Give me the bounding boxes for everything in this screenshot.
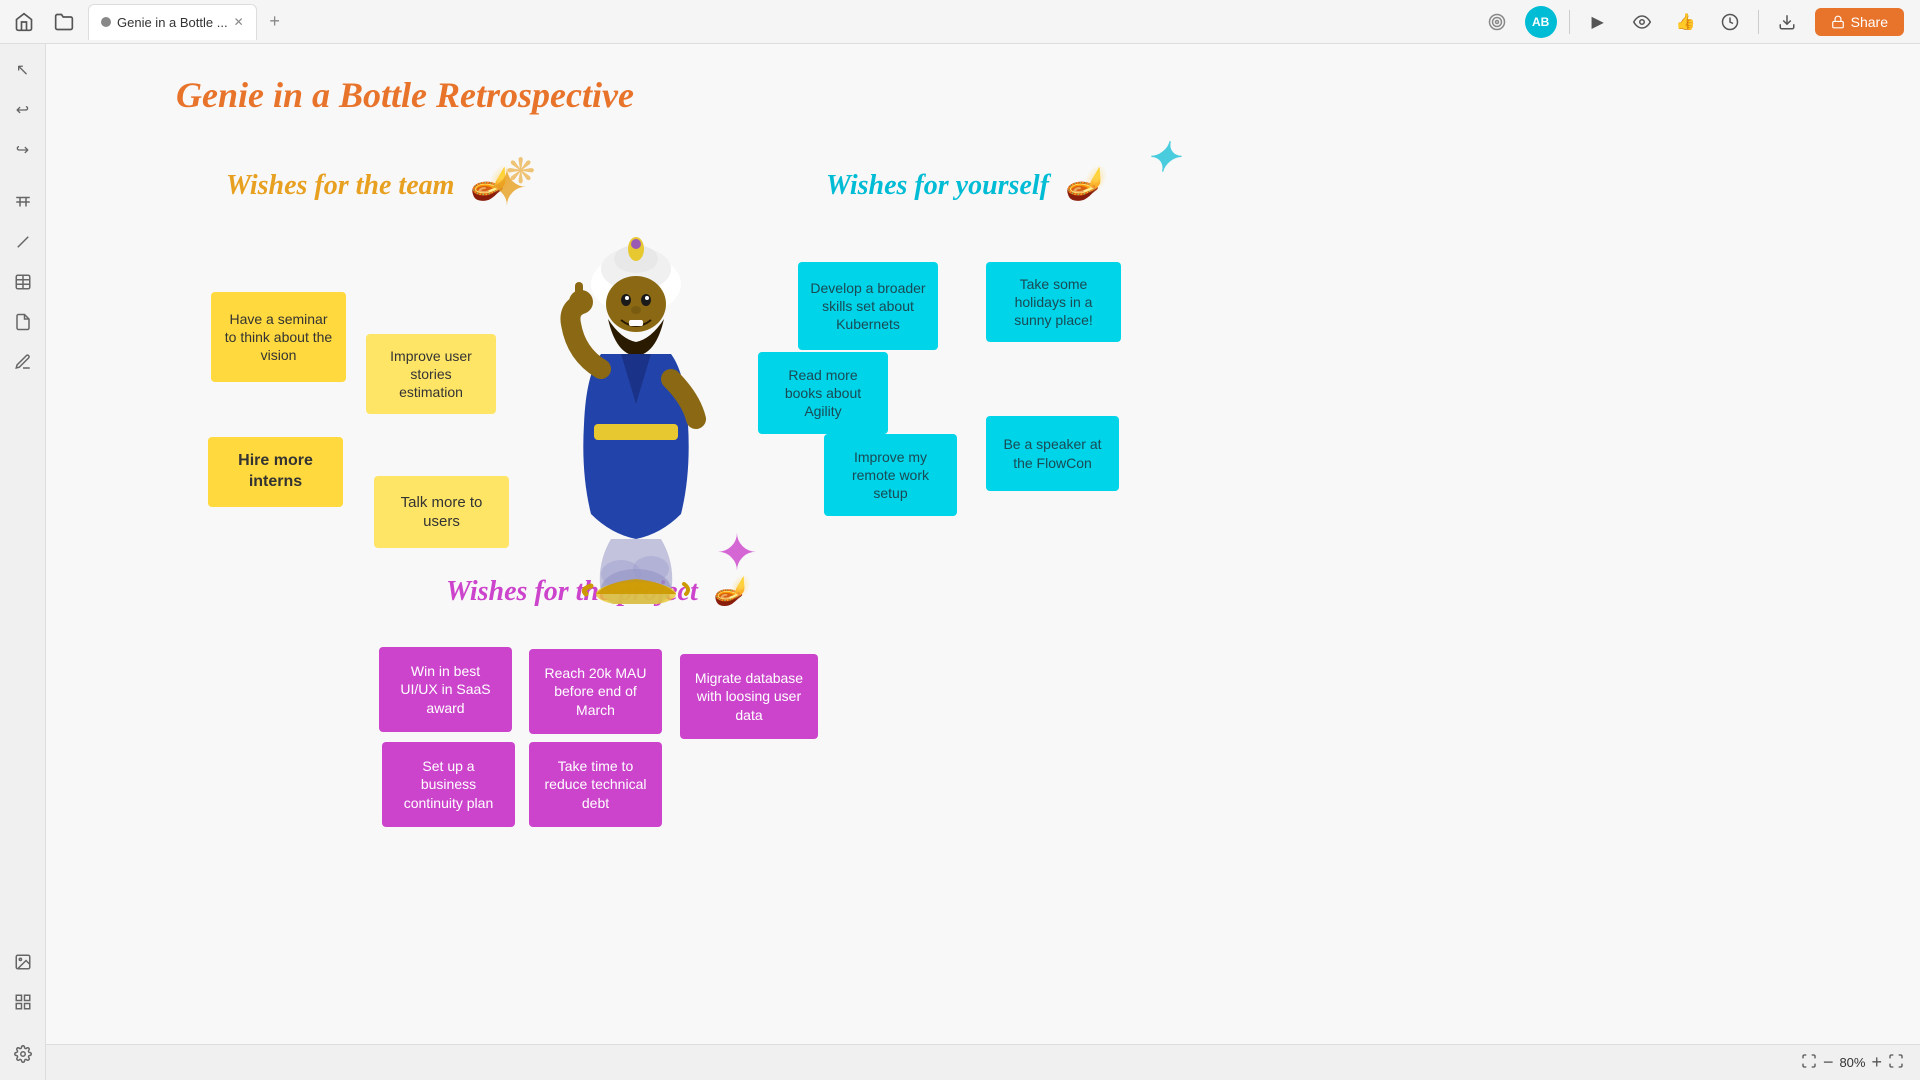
yourself-note-3-text: Read more books about Agility: [770, 366, 876, 421]
team-note-2[interactable]: Improve user stories estimation: [366, 334, 496, 414]
project-note-5-text: Take time to reduce technical debt: [541, 757, 650, 812]
text-icon[interactable]: [5, 184, 41, 220]
project-note-4[interactable]: Set up a business continuity plan: [382, 742, 515, 827]
yourself-note-1[interactable]: Develop a broader skills set about Kuber…: [798, 262, 938, 350]
image-icon[interactable]: [5, 944, 41, 980]
lamp-yourself-icon: 🪔: [1064, 164, 1104, 202]
team-note-2-text: Improve user stories estimation: [378, 347, 484, 402]
team-note-3[interactable]: Hire more interns: [208, 437, 343, 507]
table-icon[interactable]: [5, 264, 41, 300]
pen-icon[interactable]: [5, 344, 41, 380]
download-icon[interactable]: [1771, 6, 1803, 38]
yourself-note-3[interactable]: Read more books about Agility: [758, 352, 888, 434]
smoke-team2: ❋: [506, 152, 535, 192]
main-canvas[interactable]: Genie in a Bottle Retrospective Wishes f…: [46, 44, 1920, 1080]
thumb-up-icon[interactable]: 👍: [1670, 6, 1702, 38]
home-button[interactable]: [8, 6, 40, 38]
tab-bar: Genie in a Bottle ... ✕ +: [80, 4, 1481, 40]
left-sidebar: ↖ ↩ ↪: [0, 44, 46, 1080]
project-note-3[interactable]: Migrate database with loosing user data: [680, 654, 818, 739]
project-note-2-text: Reach 20k MAU before end of March: [541, 664, 650, 719]
top-bar-left: [0, 6, 80, 38]
sticky-icon[interactable]: [5, 304, 41, 340]
redo-icon[interactable]: ↪: [5, 132, 41, 168]
fullscreen-icon[interactable]: [1888, 1053, 1904, 1072]
share-label: Share: [1851, 14, 1888, 30]
section-team-text: Wishes for the team: [226, 170, 454, 201]
grid-icon[interactable]: [5, 984, 41, 1020]
project-note-3-text: Migrate database with loosing user data: [692, 669, 806, 724]
section-yourself-label: Wishes for yourself 🪔 ✦: [826, 164, 1104, 202]
team-note-4-text: Talk more to users: [386, 493, 497, 532]
tab-close-button[interactable]: ✕: [234, 15, 244, 29]
bottom-bar: − 80% +: [46, 1044, 1920, 1080]
canvas-content: Genie in a Bottle Retrospective Wishes f…: [46, 44, 1920, 1080]
toolbar-divider2: [1758, 10, 1759, 34]
toolbar-right: AB ▶ 👍 Share: [1481, 6, 1920, 38]
team-note-4[interactable]: Talk more to users: [374, 476, 509, 548]
line-icon[interactable]: [5, 224, 41, 260]
tab-dot: [101, 17, 111, 27]
active-tab[interactable]: Genie in a Bottle ... ✕: [88, 4, 257, 40]
new-tab-button[interactable]: +: [261, 8, 289, 36]
team-note-1-text: Have a seminar to think about the vision: [223, 310, 334, 365]
user-avatar[interactable]: AB: [1525, 6, 1557, 38]
team-note-3-text: Hire more interns: [220, 451, 331, 493]
zoom-out-button[interactable]: −: [1823, 1052, 1834, 1073]
project-note-1[interactable]: Win in best UI/UX in SaaS award: [379, 647, 512, 732]
yourself-note-4[interactable]: Improve my remote work setup: [824, 434, 957, 516]
zoom-fit-icon[interactable]: [1801, 1053, 1817, 1072]
yourself-note-1-text: Develop a broader skills set about Kuber…: [810, 279, 926, 334]
toolbar-divider: [1569, 10, 1570, 34]
genie-svg: [526, 224, 746, 604]
main-title: Genie in a Bottle Retrospective: [176, 74, 634, 116]
yourself-note-4-text: Improve my remote work setup: [836, 448, 945, 503]
eye-icon[interactable]: [1626, 6, 1658, 38]
zoom-in-button[interactable]: +: [1871, 1052, 1882, 1073]
genie-illustration: [526, 224, 746, 584]
yourself-note-5-text: Be a speaker at the FlowCon: [998, 435, 1107, 471]
section-yourself-text: Wishes for yourself: [826, 170, 1049, 201]
yourself-note-2-text: Take some holidays in a sunny place!: [998, 275, 1109, 330]
smoke-yourself: ✦: [1146, 134, 1180, 181]
project-note-1-text: Win in best UI/UX in SaaS award: [391, 662, 500, 717]
project-note-4-text: Set up a business continuity plan: [394, 757, 503, 812]
share-button[interactable]: Share: [1815, 8, 1904, 36]
cursor-icon[interactable]: ↖: [5, 52, 41, 88]
yourself-note-2[interactable]: Take some holidays in a sunny place!: [986, 262, 1121, 342]
folder-button[interactable]: [48, 6, 80, 38]
timer-icon[interactable]: [1714, 6, 1746, 38]
project-note-5[interactable]: Take time to reduce technical debt: [529, 742, 662, 827]
undo-icon[interactable]: ↩: [5, 92, 41, 128]
target-icon[interactable]: [1481, 6, 1513, 38]
zoom-controls: − 80% +: [1801, 1052, 1904, 1073]
settings-icon[interactable]: [5, 1036, 41, 1072]
project-note-2[interactable]: Reach 20k MAU before end of March: [529, 649, 662, 734]
section-team-label: Wishes for the team 🪔: [226, 164, 509, 202]
tab-label: Genie in a Bottle ...: [117, 15, 228, 30]
top-bar: Genie in a Bottle ... ✕ + AB ▶ 👍 Share: [0, 0, 1920, 44]
play-button[interactable]: ▶: [1582, 6, 1614, 38]
zoom-level: 80%: [1839, 1055, 1865, 1070]
team-note-1[interactable]: Have a seminar to think about the vision: [211, 292, 346, 382]
yourself-note-5[interactable]: Be a speaker at the FlowCon: [986, 416, 1119, 491]
